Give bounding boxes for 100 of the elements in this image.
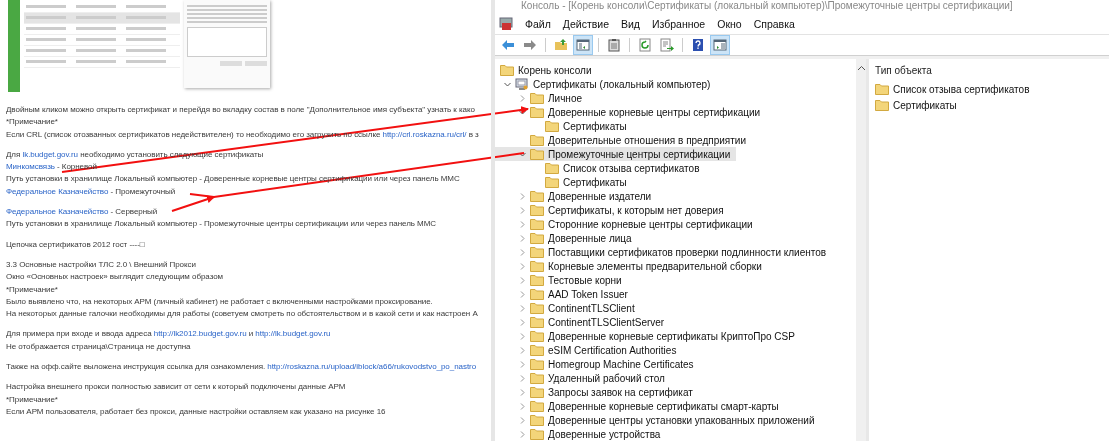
- chevron-right-icon[interactable]: [518, 219, 527, 229]
- folder-icon: [530, 288, 544, 300]
- chevron-right-icon[interactable]: [518, 289, 527, 299]
- chevron-right-icon[interactable]: [518, 233, 527, 243]
- window-title: Консоль - [Корень консоли\Сертификаты (локальный компьютер)\Промежуточные центры сертификации]: [520, 0, 1014, 13]
- folder-icon: [530, 92, 544, 104]
- tree-item[interactable]: Доверенные лица: [495, 231, 638, 245]
- chevron-right-icon[interactable]: [518, 317, 527, 327]
- scroll-up-icon[interactable]: [856, 65, 866, 72]
- chevron-right-icon[interactable]: [518, 401, 527, 411]
- folder-icon: [530, 344, 544, 356]
- action-pane-icon[interactable]: [710, 35, 730, 55]
- tree-item[interactable]: ContinentTLSClient: [495, 301, 641, 315]
- folder-icon: [530, 190, 544, 202]
- chevron-right-icon[interactable]: [518, 247, 527, 257]
- folder-icon: [530, 400, 544, 412]
- list-item[interactable]: Список отзыва сертификатов: [875, 81, 1109, 97]
- link[interactable]: http://crl.roskazna.ru/crl/: [382, 129, 467, 139]
- tree-item[interactable]: Тестовые корни: [495, 273, 628, 287]
- text-line: *Примечание*: [6, 283, 59, 296]
- column-header[interactable]: Тип объекта: [875, 65, 1109, 81]
- tree-item[interactable]: Сертификаты, к которым нет доверия: [495, 203, 730, 217]
- menu-item[interactable]: Справка: [753, 18, 795, 30]
- chevron-right-icon[interactable]: [518, 359, 527, 369]
- menu-item[interactable]: Файл: [525, 18, 551, 30]
- folder-icon: [530, 358, 544, 370]
- list-item[interactable]: Сертификаты: [875, 97, 1109, 113]
- tree-item[interactable]: Доверенные корневые сертификаты КриптоПро CSP: [495, 329, 801, 343]
- folder-icon: [530, 260, 544, 272]
- folder-icon: [530, 414, 544, 426]
- folder-icon: [530, 246, 544, 258]
- tree-item[interactable]: Доверительные отношения в предприятии: [495, 133, 752, 147]
- folder-icon: [530, 232, 544, 244]
- console-app-icon: [499, 17, 513, 31]
- folder-icon: [530, 204, 544, 216]
- tree-item[interactable]: Личное: [495, 91, 588, 105]
- chevron-right-icon[interactable]: [518, 275, 527, 285]
- text-line: Не отображается страница\Страница не доступна: [6, 340, 192, 353]
- tree-pane-icon[interactable]: [573, 35, 593, 55]
- chevron-right-icon[interactable]: [518, 373, 527, 383]
- folder-icon: [530, 274, 544, 286]
- text-line: Также на офф.сайте выложена инструкция ссылка для ознакомления. http://roskazna.ru/upload/iblock/a66/rukovodstvo_po_nastro: [6, 361, 478, 374]
- folder-icon: [530, 302, 544, 314]
- tree-item[interactable]: Промежуточные центры сертификации: [495, 147, 737, 161]
- tree-item[interactable]: Удаленный рабочий стол: [495, 371, 671, 385]
- text-line: Двойным кликом можно открыть сертификат и перейдя во вкладку состав в поле "Дополнительное имя субъекта" узнать к како: [6, 104, 476, 116]
- folder-icon: [875, 83, 889, 95]
- tree-item[interactable]: Доверенные корневые центры сертификации: [495, 105, 767, 119]
- chevron-right-icon[interactable]: [518, 261, 527, 271]
- tree-item[interactable]: ContinentTLSClientServer: [495, 315, 671, 329]
- link[interactable]: Минкомсвязь: [6, 162, 55, 172]
- chevron-right-icon[interactable]: [518, 93, 527, 103]
- folder-icon: [530, 428, 544, 440]
- tree-item[interactable]: Корень консоли: [495, 63, 598, 77]
- text-line: Для примера при входе и ввода адреса http://lk2012.budget.gov.ru и http://lk.budget.gov.ru: [6, 328, 332, 341]
- tree-item[interactable]: AAD Token Issuer: [495, 287, 634, 301]
- text-line: *Примечание*: [6, 393, 59, 406]
- text-line: На некоторых данные галочки необходимы для работы (советуем смотреть по обстоятельством и в какой сети и как настроен А: [6, 308, 479, 321]
- menu-item[interactable]: Избранное: [652, 18, 706, 30]
- chevron-right-icon[interactable]: [518, 205, 527, 215]
- chevron-right-icon[interactable]: [518, 387, 527, 397]
- tree-item[interactable]: Запросы заявок на сертификат: [495, 385, 699, 399]
- tree-item[interactable]: Сертификаты: [495, 175, 633, 189]
- link[interactable]: Федеральное Казначейство: [6, 207, 109, 217]
- tree-item[interactable]: Homegroup Machine Certificates: [495, 357, 700, 371]
- chevron-right-icon[interactable]: [518, 429, 527, 439]
- folder-icon: [530, 386, 544, 398]
- chevron-right-icon[interactable]: [518, 345, 527, 355]
- menu-item[interactable]: Действие: [562, 18, 609, 30]
- tree-item[interactable]: Корневые элементы предварительной сборки: [495, 259, 768, 273]
- certificate-store-icon: [515, 77, 529, 91]
- chevron-right-icon[interactable]: [518, 331, 527, 341]
- folder-icon: [530, 218, 544, 230]
- text-line: Если АРМ пользователя, работает без прокси, данные настройки оставляем как указано на рисунке 16: [6, 405, 387, 418]
- chevron-right-icon[interactable]: [518, 303, 527, 313]
- chevron-right-icon[interactable]: [518, 415, 527, 425]
- tree-item[interactable]: eSIM Certification Authorities: [495, 343, 683, 357]
- text-line: Настройка внешнего прокси полностью зависит от сети к который подключены данные АРМ: [6, 381, 347, 394]
- tree-item[interactable]: Доверенные издатели: [495, 189, 658, 203]
- text-line: Было выявлено что, на некоторых АРМ (личный кабинет) не работает с включенными настройками проксирование.: [6, 295, 434, 308]
- tree-item[interactable]: Доверенные корневые сертификаты смарт-карты: [495, 399, 785, 413]
- link[interactable]: lk.budget.gov.ru: [22, 149, 78, 159]
- link[interactable]: Федеральное Казначейство: [6, 186, 109, 196]
- text-line: Минкомсвязь - Корневой: [6, 161, 98, 174]
- link[interactable]: http://roskazna.ru/upload/iblock/a66/rukovodstvo_po_nastro: [267, 362, 477, 372]
- menu-item[interactable]: Окно: [717, 18, 742, 30]
- tree-item[interactable]: Сертификаты (локальный компьютер): [495, 77, 717, 91]
- tree-item[interactable]: Сертификаты: [495, 119, 633, 133]
- tree-item[interactable]: Список отзыва сертификатов: [495, 161, 706, 175]
- tree-item[interactable]: Доверенные устройства: [495, 427, 667, 441]
- folder-icon: [530, 372, 544, 384]
- chevron-right-icon[interactable]: [518, 191, 527, 201]
- tree-item[interactable]: Доверенные центры установки упакованных приложений: [495, 413, 821, 427]
- link[interactable]: http://lk.budget.gov.ru: [255, 329, 331, 339]
- export-list-icon[interactable]: [657, 35, 677, 55]
- tree-item[interactable]: Сторонние корневые центры сертификации: [495, 217, 759, 231]
- tree-item[interactable]: Поставщики сертификатов проверки подлинности клиентов: [495, 245, 833, 259]
- menu-item[interactable]: Вид: [621, 18, 640, 30]
- folder-icon: [530, 330, 544, 342]
- link[interactable]: http://lk2012.budget.gov.ru: [153, 329, 247, 339]
